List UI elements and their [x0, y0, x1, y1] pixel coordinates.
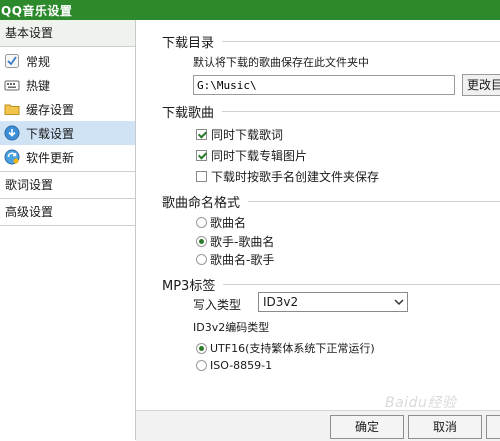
checkbox-download-album-art[interactable]: 同时下载专辑图片: [196, 147, 307, 164]
watermark: Baidu经验: [385, 395, 457, 411]
section-title: 下载目录: [162, 36, 215, 51]
title-bar[interactable]: QQ音乐设置: [0, 0, 500, 20]
radio-button[interactable]: [196, 236, 207, 247]
divider: [248, 201, 500, 202]
checkbox-label: 同时下载专辑图片: [211, 149, 308, 163]
radio-label: ISO-8859-1: [210, 359, 273, 372]
sidebar: 基本设置 常规 热键 缓存设置 下载设置 软件更新 歌词设置 高级设置: [0, 20, 136, 440]
radio-button[interactable]: [196, 360, 207, 371]
radio-artist-song[interactable]: 歌手-歌曲名: [196, 233, 274, 250]
download-icon: [4, 125, 20, 141]
write-type-value: ID3v2: [263, 295, 299, 309]
divider: [222, 111, 500, 112]
sidebar-item-label: 软件更新: [26, 150, 75, 165]
naming-format-section: 歌曲命名格式: [162, 192, 500, 211]
radio-label: 歌手-歌曲名: [210, 235, 275, 249]
ok-button[interactable]: 确定: [330, 415, 404, 439]
footer-bar: 确定 取消: [136, 410, 500, 441]
folder-icon: [4, 101, 20, 117]
radio-song-name[interactable]: 歌曲名: [196, 214, 246, 231]
download-dir-section: 下载目录: [162, 32, 500, 51]
encoding-label: ID3v2编码类型: [193, 321, 270, 334]
download-dir-description: 默认将下载的歌曲保存在此文件夹中: [193, 56, 369, 69]
sidebar-item-label: 下载设置: [26, 126, 75, 141]
sidebar-item-cache[interactable]: 缓存设置: [0, 97, 135, 121]
sidebar-item-download[interactable]: 下载设置: [0, 121, 135, 145]
update-icon: [4, 149, 20, 165]
radio-button[interactable]: [196, 217, 207, 228]
divider: [222, 41, 500, 42]
radio-button[interactable]: [196, 342, 207, 354]
section-title: 下载歌曲: [162, 106, 215, 121]
sidebar-group-lyrics[interactable]: 歌词设置: [0, 172, 135, 199]
checkbox-artist-folder[interactable]: 下载时按歌手名创建文件夹保存: [196, 168, 379, 185]
write-type-label: 写入类型: [193, 298, 242, 312]
checkbox[interactable]: [196, 171, 207, 182]
window-title: QQ音乐设置: [1, 3, 73, 18]
sidebar-item-label: 热键: [26, 78, 51, 93]
chevron-down-icon: [394, 299, 404, 306]
sidebar-items: 常规 热键 缓存设置 下载设置 软件更新: [0, 47, 135, 172]
radio-label: 歌曲名-歌手: [210, 253, 275, 267]
radio-utf16[interactable]: UTF16(支持繁体系统下正常运行): [196, 340, 375, 356]
checkbox[interactable]: [196, 129, 207, 140]
download-songs-section: 下载歌曲: [162, 102, 500, 121]
cancel-button[interactable]: 取消: [408, 415, 482, 439]
radio-label: 歌曲名: [210, 216, 247, 230]
sidebar-item-update[interactable]: 软件更新: [0, 145, 135, 169]
download-path-input[interactable]: [193, 75, 455, 95]
sidebar-item-label: 缓存设置: [26, 102, 75, 117]
radio-button[interactable]: [196, 254, 207, 265]
section-title: 歌曲命名格式: [162, 196, 241, 211]
sidebar-group-advanced[interactable]: 高级设置: [0, 199, 135, 226]
settings-panel: 下载目录 默认将下载的歌曲保存在此文件夹中 更改目 下载歌曲 同时下载歌词 同时…: [136, 20, 500, 410]
checkbox-label: 下载时按歌手名创建文件夹保存: [211, 170, 380, 184]
checkbox-label: 同时下载歌词: [211, 128, 284, 142]
radio-label: UTF16(支持繁体系统下正常运行): [210, 342, 375, 355]
settings-icon: [4, 53, 20, 69]
change-dir-button[interactable]: 更改目: [462, 74, 500, 96]
sidebar-group-basic[interactable]: 基本设置: [0, 20, 135, 47]
radio-iso-8859-1[interactable]: ISO-8859-1: [196, 359, 272, 372]
divider: [223, 284, 500, 285]
sidebar-item-label: 常规: [26, 54, 51, 69]
extra-button[interactable]: [486, 415, 500, 439]
write-type-select[interactable]: ID3v2: [258, 292, 408, 312]
sidebar-item-general[interactable]: 常规: [0, 49, 135, 73]
checkbox-download-lyrics[interactable]: 同时下载歌词: [196, 126, 283, 143]
checkbox[interactable]: [196, 150, 207, 161]
radio-song-artist[interactable]: 歌曲名-歌手: [196, 251, 274, 268]
keyboard-icon: [4, 77, 20, 93]
section-title: MP3标签: [162, 279, 216, 294]
sidebar-item-hotkeys[interactable]: 热键: [0, 73, 135, 97]
